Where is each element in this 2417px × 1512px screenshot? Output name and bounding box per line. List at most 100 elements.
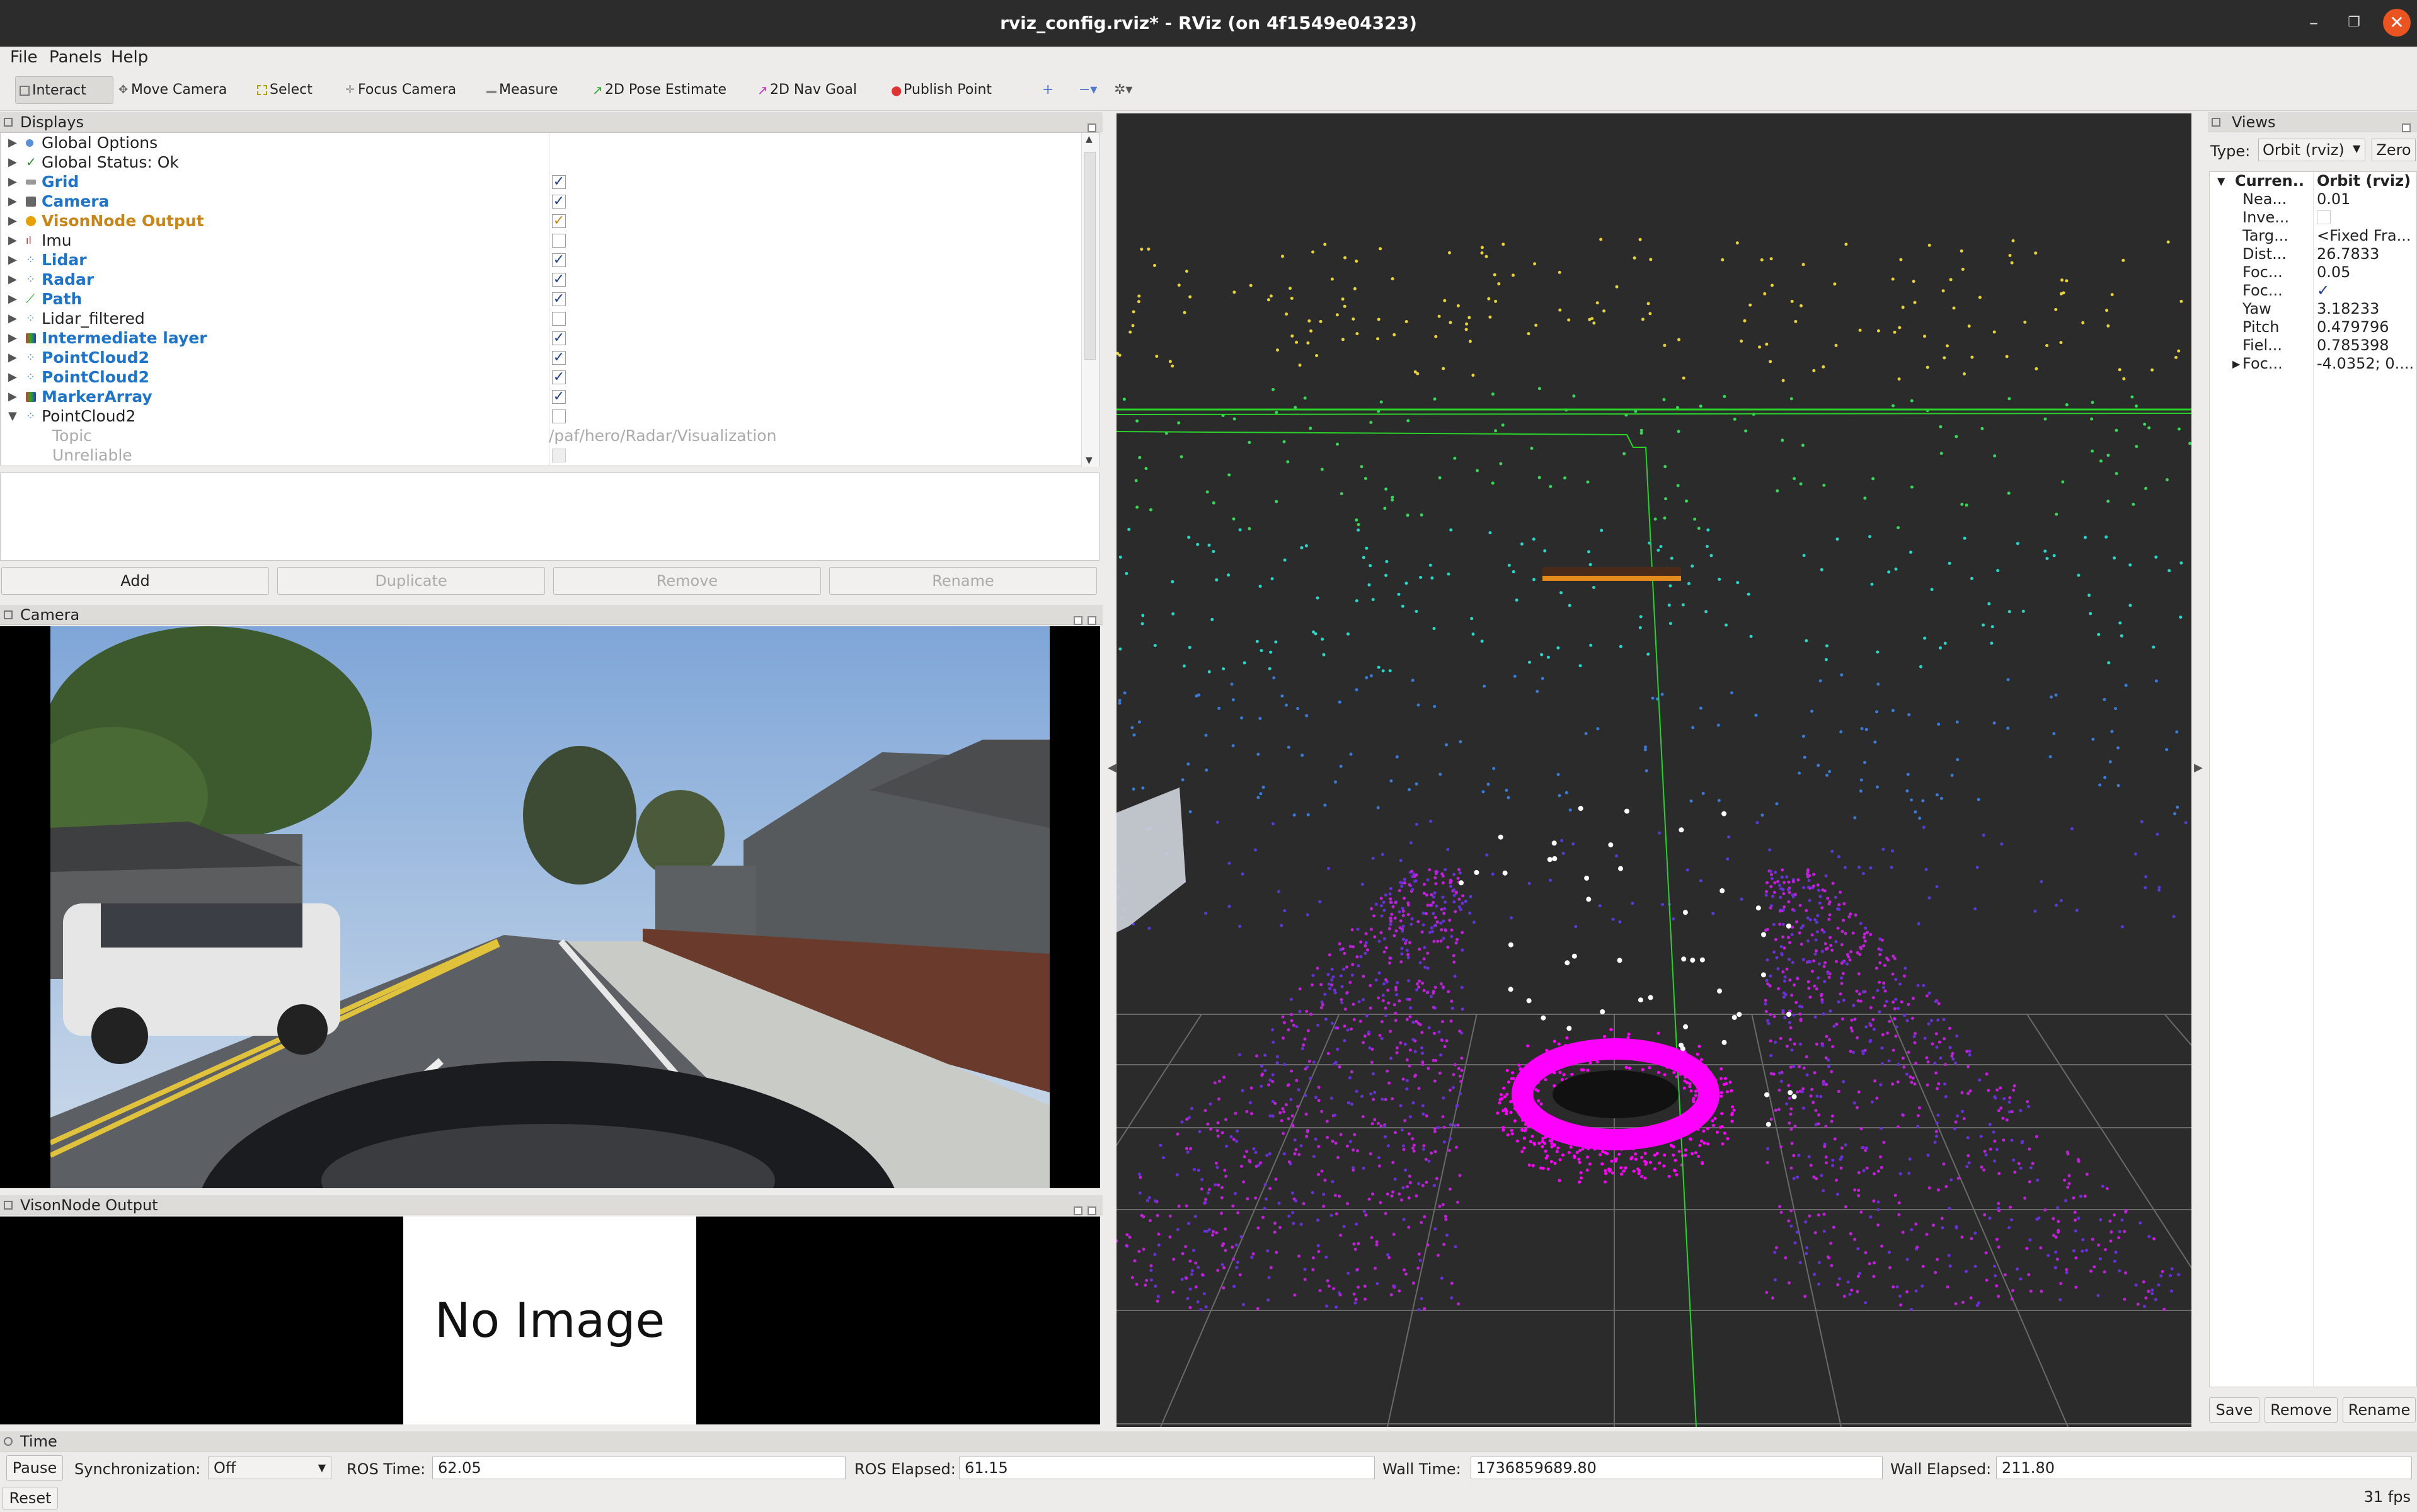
view-row[interactable]: Inve... — [2210, 209, 2417, 227]
view-row[interactable]: Pitch 0.479796 — [2210, 318, 2417, 336]
displays-tree[interactable]: ▶ Global Options ▶ ✓ Global Status: Ok ▶… — [0, 132, 1099, 467]
maximize-icon[interactable]: ❐ — [2340, 9, 2368, 37]
tool-2d-pose-estimate[interactable]: ↗ 2D Pose Estimate — [588, 76, 730, 104]
remove-display-button[interactable]: Remove — [553, 567, 821, 595]
view-value[interactable]: <Fixed Fra... — [2317, 227, 2411, 245]
left-splitter-arrow-icon[interactable]: ◀ — [1108, 761, 1117, 774]
expand-arrow-icon[interactable]: ▶ — [8, 192, 17, 211]
expand-arrow-icon[interactable]: ▶ — [8, 250, 17, 270]
save-view-button[interactable]: Save — [2209, 1397, 2259, 1423]
close-panel-icon[interactable] — [1088, 616, 1096, 625]
camera-image[interactable] — [0, 626, 1100, 1188]
tree-row-intermediate-layer[interactable]: ▶ Intermediate layer ✓ — [1, 328, 1072, 348]
tree-row-topic[interactable]: Topic /paf/hero/Radar/Visualization — [1, 426, 1072, 445]
menu-panels[interactable]: Panels — [49, 48, 102, 67]
visibility-checkbox[interactable] — [552, 410, 566, 423]
tree-row-pointcloud2-b[interactable]: ▶ ⁘ PointCloud2 ✓ — [1, 367, 1072, 387]
visibility-checkbox[interactable] — [552, 312, 566, 326]
visibility-checkbox[interactable]: ✓ — [552, 390, 566, 404]
expand-arrow-icon[interactable]: ▶ — [8, 289, 17, 309]
tree-row-grid[interactable]: ▶ Grid ✓ — [1, 172, 1072, 192]
view-row[interactable]: Fiel... 0.785398 — [2210, 336, 2417, 355]
focal-shape-checkbox[interactable]: ✓ — [2317, 282, 2329, 300]
views-properties-tree[interactable]: ▼ Curren... Orbit (rviz) Nea... 0.01 Inve… — [2209, 171, 2417, 1388]
tree-row-global-status[interactable]: ▶ ✓ Global Status: Ok — [1, 152, 1072, 172]
view-row[interactable]: ▶ Foc... -4.0352; 0.... — [2210, 355, 2417, 373]
add-button[interactable]: Add — [1, 567, 269, 595]
expand-arrow-icon[interactable]: ▶ — [2232, 355, 2240, 373]
view-row[interactable]: Yaw 3.18233 — [2210, 300, 2417, 318]
view-type-select[interactable]: Orbit (rviz) — [2258, 139, 2365, 161]
tree-row-lidar[interactable]: ▶ ⁘ Lidar ✓ — [1, 250, 1072, 270]
view-row[interactable]: Foc... 0.05 — [2210, 263, 2417, 282]
visibility-checkbox[interactable]: ✓ — [552, 292, 566, 306]
visibility-checkbox[interactable]: ✓ — [552, 253, 566, 267]
visibility-checkbox[interactable]: ✓ — [552, 351, 566, 365]
view-row-current[interactable]: ▼ Curren... Orbit (rviz) — [2210, 172, 2417, 190]
close-panel-icon[interactable] — [1088, 123, 1096, 132]
view-value[interactable]: 0.785398 — [2317, 336, 2389, 355]
tree-row-markerarray[interactable]: ▶ MarkerArray ✓ — [1, 387, 1072, 406]
tree-row-path[interactable]: ▶ ⟋ Path ✓ — [1, 289, 1072, 309]
scrollbar-thumb[interactable] — [1084, 152, 1096, 360]
wall-time-field[interactable]: 1736859689.80 — [1471, 1457, 1883, 1479]
collapse-arrow-icon[interactable]: ▼ — [8, 406, 17, 426]
close-panel-icon[interactable] — [1088, 1206, 1096, 1215]
visibility-checkbox[interactable]: ✓ — [552, 195, 566, 209]
tree-row-pointcloud2-a[interactable]: ▶ ⁘ PointCloud2 ✓ — [1, 348, 1072, 367]
tool-2d-nav-goal[interactable]: ↗ 2D Nav Goal — [754, 76, 861, 104]
expand-arrow-icon[interactable]: ▶ — [8, 309, 17, 328]
right-splitter-arrow-icon[interactable]: ▶ — [2194, 761, 2203, 774]
menu-help[interactable]: Help — [111, 48, 148, 67]
tool-measure[interactable]: Measure — [483, 76, 562, 104]
close-panel-icon[interactable] — [2402, 123, 2411, 132]
expand-arrow-icon[interactable]: ▶ — [8, 328, 17, 348]
collapse-arrow-icon[interactable]: ▼ — [2217, 172, 2225, 190]
panel-float-buttons[interactable] — [2397, 117, 2411, 137]
unreliable-checkbox[interactable] — [552, 449, 566, 462]
tree-row-global-options[interactable]: ▶ Global Options — [1, 133, 1072, 152]
tool-publish-point[interactable]: ● Publish Point — [887, 76, 996, 104]
wall-elapsed-field[interactable]: 211.80 — [1996, 1457, 2412, 1479]
view-value[interactable]: 0.05 — [2317, 263, 2350, 282]
tree-scrollbar[interactable]: ▲ ▼ — [1081, 133, 1099, 467]
topic-value[interactable]: /paf/hero/Radar/Visualization — [549, 426, 776, 445]
remove-tool-button[interactable]: −▾ — [1075, 76, 1101, 104]
expand-arrow-icon[interactable]: ▶ — [8, 152, 17, 172]
view-value[interactable]: -4.0352; 0.... — [2317, 355, 2414, 373]
close-icon[interactable]: ✕ — [2383, 9, 2411, 37]
expand-arrow-icon[interactable]: ▶ — [8, 231, 17, 250]
expand-arrow-icon[interactable]: ▶ — [8, 348, 17, 367]
expand-arrow-icon[interactable]: ▶ — [8, 367, 17, 387]
visonnode-image[interactable]: No Image — [0, 1217, 1100, 1424]
float-panel-icon[interactable] — [1074, 1206, 1082, 1215]
view-value[interactable]: 0.01 — [2317, 190, 2350, 209]
tree-row-lidar-filtered[interactable]: ▶ ⁘ Lidar_filtered — [1, 309, 1072, 328]
tree-row-radar[interactable]: ▶ ⁘ Radar ✓ — [1, 270, 1072, 289]
view-row[interactable]: Foc... ✓ — [2210, 282, 2417, 300]
sync-select[interactable]: Off ▼ — [208, 1457, 331, 1479]
view-row[interactable]: Nea... 0.01 — [2210, 190, 2417, 209]
view-value[interactable]: 3.18233 — [2317, 300, 2379, 318]
tool-focus-camera[interactable]: ✛ Focus Camera — [342, 76, 460, 104]
ros-time-field[interactable]: 62.05 — [432, 1457, 846, 1479]
rename-display-button[interactable]: Rename — [829, 567, 1097, 595]
scroll-down-icon[interactable]: ▼ — [1086, 455, 1093, 466]
menu-file[interactable]: File — [10, 48, 38, 67]
tree-row-visonnode[interactable]: ▶ VisonNode Output ✓ — [1, 211, 1072, 231]
expand-arrow-icon[interactable]: ▶ — [8, 387, 17, 406]
duplicate-button[interactable]: Duplicate — [277, 567, 545, 595]
zero-button[interactable]: Zero — [2372, 139, 2416, 161]
tree-row-imu[interactable]: ▶ ıl Imu — [1, 231, 1072, 250]
expand-arrow-icon[interactable]: ▶ — [8, 270, 17, 289]
view-row[interactable]: Dist... 26.7833 — [2210, 245, 2417, 263]
reset-button[interactable]: Reset — [3, 1487, 58, 1509]
add-tool-button[interactable]: + — [1038, 76, 1057, 104]
visibility-checkbox[interactable] — [552, 234, 566, 248]
float-panel-icon[interactable] — [1074, 616, 1082, 625]
tool-interact[interactable]: Interact — [15, 76, 113, 104]
invert-checkbox[interactable] — [2317, 210, 2331, 224]
rename-view-button[interactable]: Rename — [2343, 1397, 2416, 1423]
visibility-checkbox[interactable]: ✓ — [552, 214, 566, 228]
minimize-icon[interactable]: – — [2300, 9, 2328, 37]
